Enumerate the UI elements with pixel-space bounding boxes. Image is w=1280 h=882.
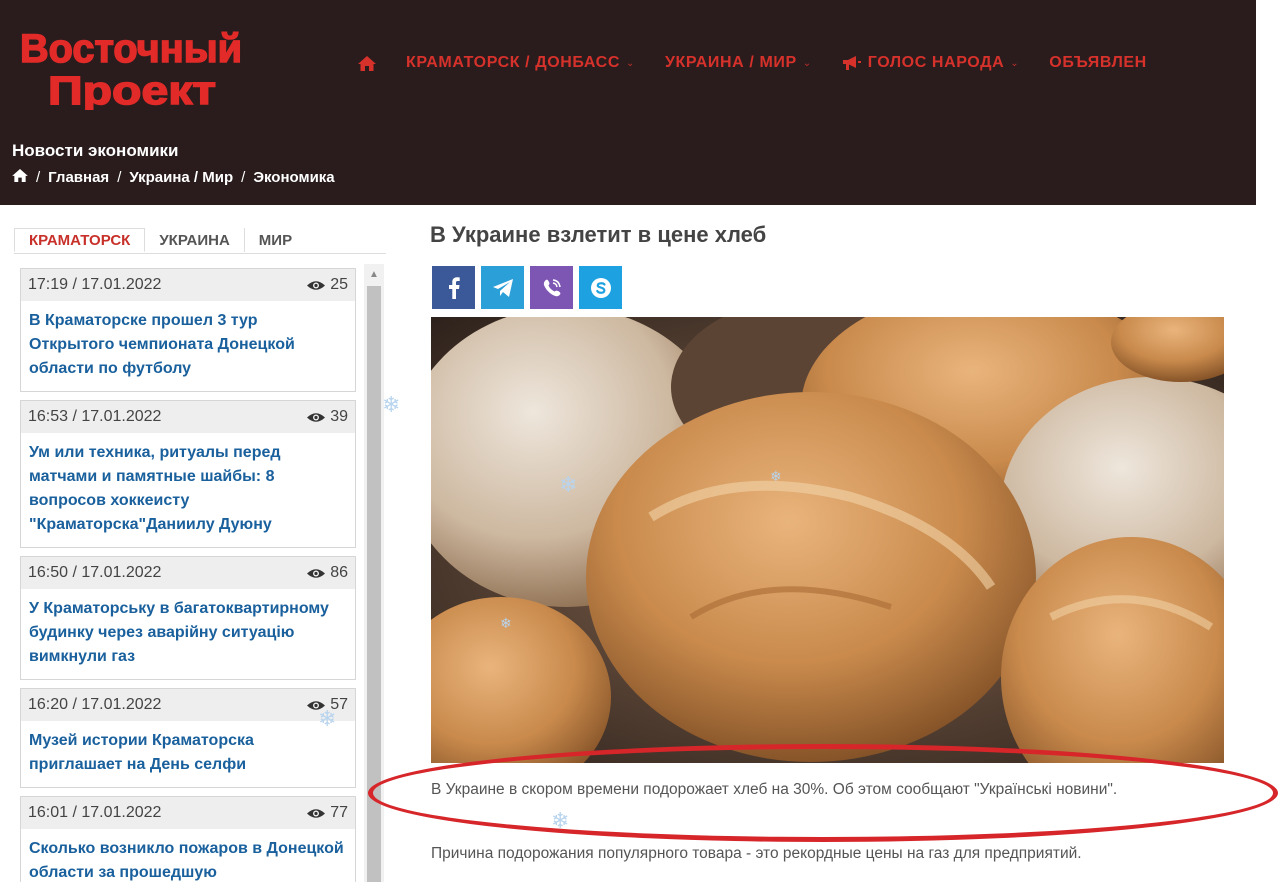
view-count-value: 77 bbox=[330, 804, 348, 821]
view-count: 57 bbox=[306, 696, 348, 714]
news-meta: 16:53 / 17.01.2022 39 bbox=[21, 401, 355, 433]
article-lead: В Украине в скором времени подорожает хл… bbox=[431, 781, 1118, 798]
view-count: 39 bbox=[306, 408, 348, 426]
nav-item-label: ОБЪЯВЛЕН bbox=[1049, 54, 1147, 71]
view-count: 25 bbox=[306, 276, 348, 294]
page: Восточный Проект КРАМАТОРСК / ДОНБАСС ⌄ … bbox=[0, 0, 1280, 882]
breadcrumb-separator: / bbox=[36, 169, 41, 186]
facebook-icon bbox=[448, 276, 460, 299]
article-image bbox=[431, 317, 1224, 763]
view-count-value: 86 bbox=[330, 564, 348, 581]
home-icon bbox=[358, 55, 376, 71]
nav-home-link[interactable] bbox=[358, 55, 376, 71]
article-paragraph: Причина подорожания популярного товара -… bbox=[431, 845, 1082, 862]
skype-share-button[interactable] bbox=[579, 266, 622, 309]
view-count-value: 25 bbox=[330, 276, 348, 293]
breadcrumb: / Главная / Украина / Мир / Экономика bbox=[12, 169, 335, 186]
breadcrumb-link-ukraine-world[interactable]: Украина / Мир bbox=[129, 169, 233, 186]
snowflake-icon: ❄ bbox=[551, 808, 570, 833]
logo-line1: Восточный bbox=[20, 27, 242, 71]
list-item[interactable]: 16:01 / 17.01.2022 77 Сколько возникло п… bbox=[20, 796, 356, 882]
nav-item-kramatorsk[interactable]: КРАМАТОРСК / ДОНБАСС ⌄ bbox=[406, 54, 635, 72]
sidebar-scrollbar[interactable]: ▲ bbox=[364, 264, 384, 882]
nav-item-label: УКРАИНА / МИР bbox=[664, 54, 797, 71]
breadcrumb-link-home[interactable]: Главная bbox=[48, 169, 109, 186]
news-title-link[interactable]: Сколько возникло пожаров в Донецкой обла… bbox=[21, 829, 355, 882]
viber-icon bbox=[543, 278, 561, 296]
tab-kramatorsk[interactable]: КРАМАТОРСК bbox=[14, 228, 146, 252]
news-title-link[interactable]: Музей истории Краматорска приглашает на … bbox=[21, 721, 355, 787]
chevron-down-icon: ⌄ bbox=[1010, 57, 1020, 69]
scroll-up-icon[interactable]: ▲ bbox=[364, 264, 384, 284]
news-meta: 16:01 / 17.01.2022 77 bbox=[21, 797, 355, 829]
tab-world[interactable]: МИР bbox=[245, 228, 306, 252]
news-time: 16:53 / 17.01.2022 bbox=[28, 408, 162, 425]
eye-icon bbox=[307, 808, 326, 818]
nav-item-label: КРАМАТОРСК / ДОНБАСС bbox=[406, 54, 620, 71]
breadcrumb-separator: / bbox=[241, 169, 246, 186]
view-count: 86 bbox=[306, 564, 348, 582]
nav-item-ukraine[interactable]: УКРАИНА / МИР ⌄ bbox=[665, 54, 812, 72]
list-item[interactable]: 16:20 / 17.01.2022 57 Музей истории Крам… bbox=[20, 688, 356, 788]
breadcrumb-separator: / bbox=[117, 169, 122, 186]
view-count: 77 bbox=[306, 804, 348, 822]
eye-icon bbox=[307, 568, 326, 578]
eye-icon bbox=[307, 280, 326, 290]
skype-icon bbox=[590, 277, 611, 298]
article-title: В Украине взлетит в цене хлеб bbox=[430, 222, 767, 247]
news-meta: 16:20 / 17.01.2022 57 bbox=[21, 689, 355, 721]
eye-icon bbox=[307, 700, 326, 710]
news-time: 17:19 / 17.01.2022 bbox=[28, 276, 162, 293]
breadcrumb-current: Экономика bbox=[253, 169, 335, 186]
home-icon[interactable] bbox=[12, 169, 28, 186]
view-count-value: 39 bbox=[330, 408, 348, 425]
nav-item-voice[interactable]: ГОЛОС НАРОДА ⌄ bbox=[842, 54, 1020, 72]
news-time: 16:01 / 17.01.2022 bbox=[28, 804, 162, 821]
share-buttons bbox=[432, 266, 622, 309]
telegram-share-button[interactable] bbox=[481, 266, 524, 309]
snowflake-icon: ❄ bbox=[382, 392, 401, 417]
scrollbar-thumb[interactable] bbox=[367, 286, 381, 882]
nav-item-label: ГОЛОС НАРОДА bbox=[867, 54, 1005, 71]
section-title: Новости экономики bbox=[12, 141, 179, 160]
main-nav: КРАМАТОРСК / ДОНБАСС ⌄ УКРАИНА / МИР ⌄ Г… bbox=[358, 50, 1256, 76]
site-header: Восточный Проект КРАМАТОРСК / ДОНБАСС ⌄ … bbox=[0, 0, 1256, 205]
tab-ukraine[interactable]: УКРАИНА bbox=[145, 228, 245, 252]
chevron-down-icon: ⌄ bbox=[625, 57, 635, 69]
news-list: 17:19 / 17.01.2022 25 В Краматорске прош… bbox=[20, 268, 356, 882]
list-item[interactable]: 16:50 / 17.01.2022 86 У Краматорську в б… bbox=[20, 556, 356, 680]
viber-share-button[interactable] bbox=[530, 266, 573, 309]
news-meta: 16:50 / 17.01.2022 86 bbox=[21, 557, 355, 589]
nav-item-ads[interactable]: ОБЪЯВЛЕН bbox=[1049, 54, 1147, 72]
eye-icon bbox=[307, 412, 326, 422]
news-meta: 17:19 / 17.01.2022 25 bbox=[21, 269, 355, 301]
megaphone-icon bbox=[842, 55, 862, 71]
chevron-down-icon: ⌄ bbox=[802, 57, 812, 69]
news-title-link[interactable]: В Краматорске прошел 3 тур Открытого чем… bbox=[21, 301, 355, 391]
facebook-share-button[interactable] bbox=[432, 266, 475, 309]
sidebar-tabs: КРАМАТОРСК УКРАИНА МИР bbox=[14, 228, 386, 254]
news-title-link[interactable]: Ум или техника, ритуалы перед матчами и … bbox=[21, 433, 355, 547]
news-time: 16:20 / 17.01.2022 bbox=[28, 696, 162, 713]
news-time: 16:50 / 17.01.2022 bbox=[28, 564, 162, 581]
list-item[interactable]: 17:19 / 17.01.2022 25 В Краматорске прош… bbox=[20, 268, 356, 392]
site-logo[interactable]: Восточный Проект bbox=[18, 18, 248, 110]
telegram-icon bbox=[492, 278, 513, 297]
list-item[interactable]: 16:53 / 17.01.2022 39 Ум или техника, ри… bbox=[20, 400, 356, 548]
logo-line2: Проект bbox=[48, 69, 216, 110]
news-title-link[interactable]: У Краматорську в багатоквартирному будин… bbox=[21, 589, 355, 679]
view-count-value: 57 bbox=[330, 696, 348, 713]
